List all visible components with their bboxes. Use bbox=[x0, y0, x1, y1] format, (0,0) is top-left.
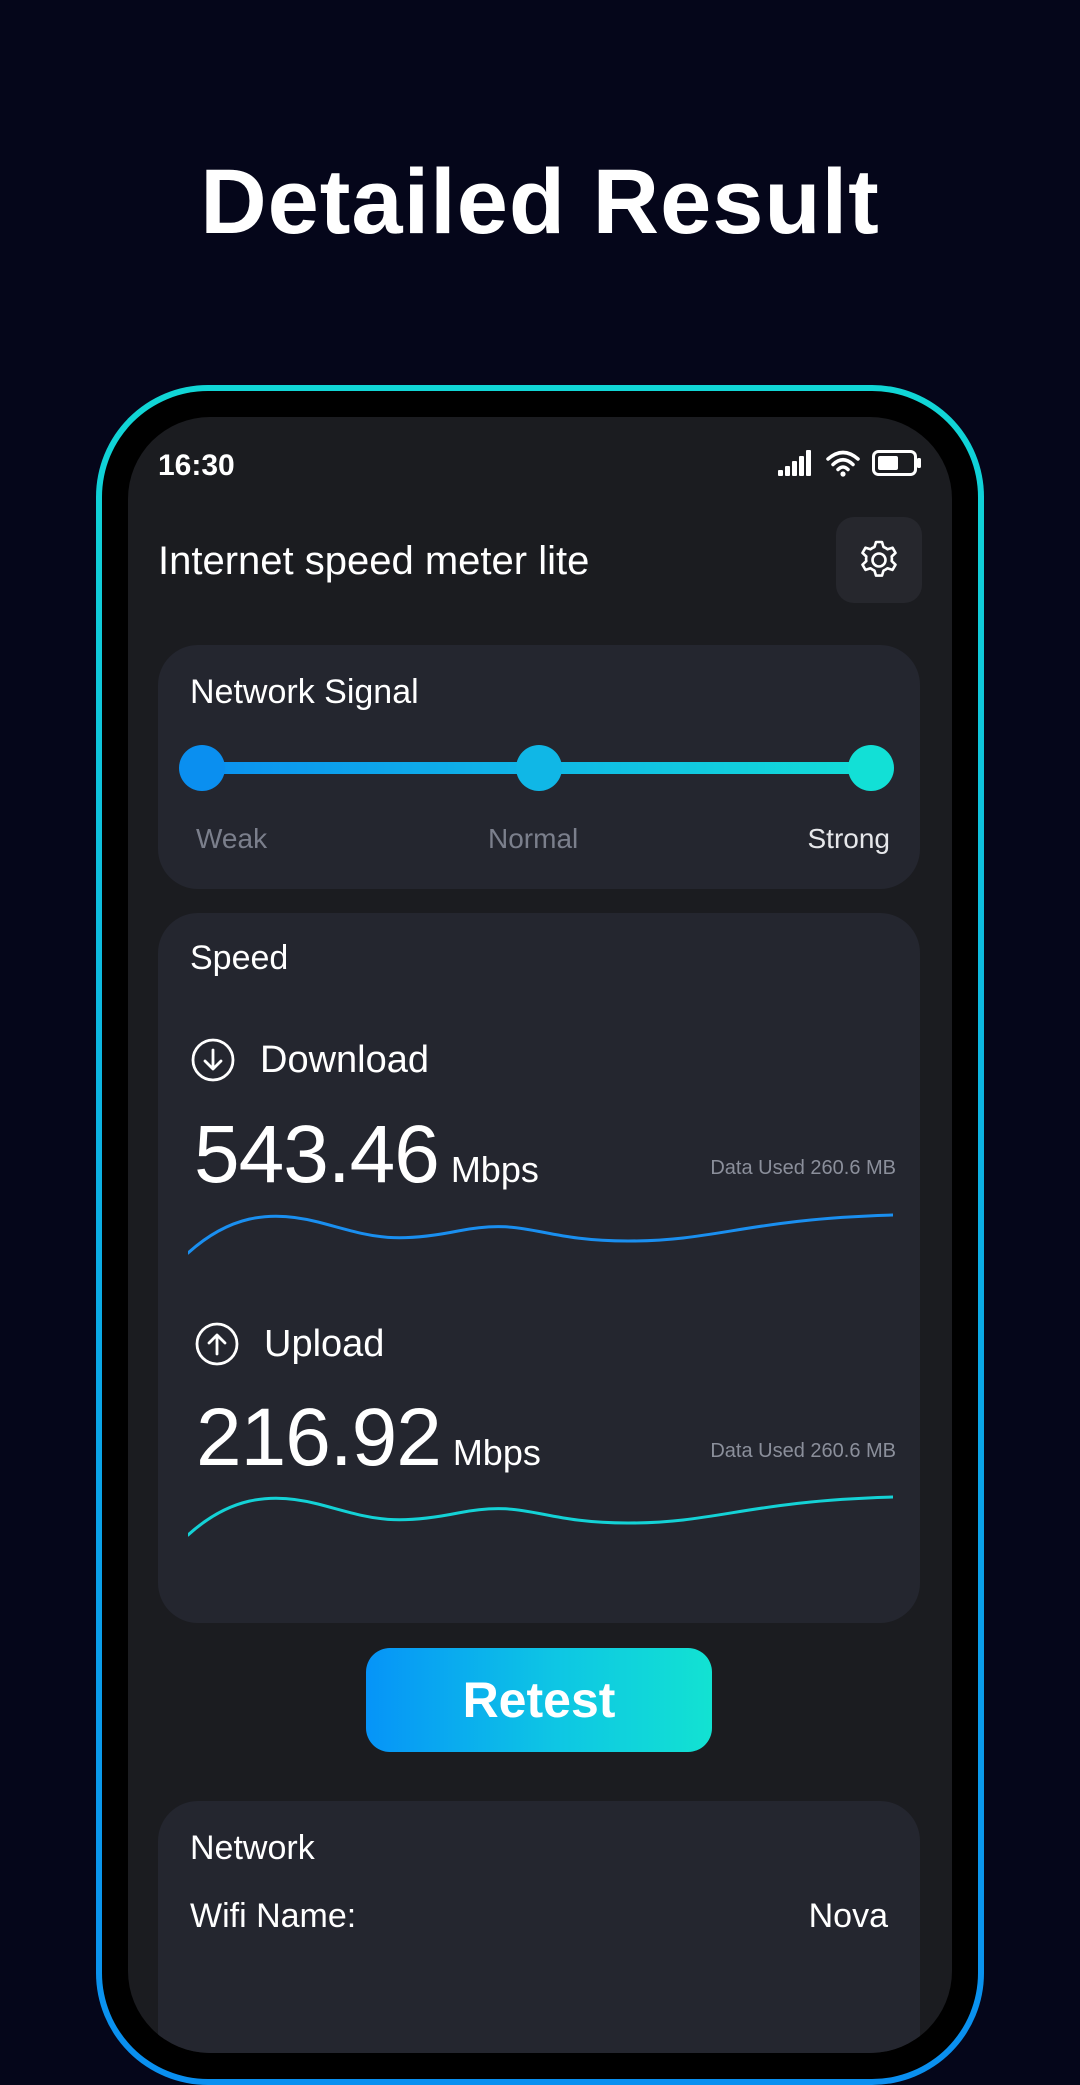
network-title: Network bbox=[190, 1829, 315, 1867]
network-signal-title: Network Signal bbox=[190, 673, 419, 711]
headline: Detailed Result bbox=[200, 151, 880, 253]
download-label: Download bbox=[260, 1038, 429, 1081]
status-icons bbox=[778, 449, 922, 477]
phone-bezel: 16:30 Internet speed meter lite Network … bbox=[102, 391, 978, 2079]
signal-marker-normal bbox=[516, 745, 562, 791]
upload-data-used: Data Used 260.6 MB bbox=[710, 1440, 896, 1462]
battery-icon bbox=[872, 450, 921, 476]
signal-label-weak: Weak bbox=[196, 823, 268, 854]
network-card: Network Wifi Name: Nova bbox=[158, 1801, 920, 2053]
phone-frame: 16:30 Internet speed meter lite Network … bbox=[96, 385, 984, 2085]
upload-circle-icon bbox=[195, 1322, 239, 1366]
retest-button[interactable]: Retest bbox=[366, 1648, 712, 1752]
upload-wave-graph bbox=[188, 1495, 893, 1537]
settings-button[interactable] bbox=[836, 517, 922, 603]
download-header: Download bbox=[190, 1037, 429, 1083]
download-speed: 543.46 Mbps bbox=[194, 1108, 539, 1202]
download-wave-graph bbox=[188, 1213, 893, 1255]
speed-title: Speed bbox=[190, 939, 289, 977]
signal-marker-weak bbox=[179, 745, 225, 791]
network-signal-card: Network Signal Weak Normal Strong bbox=[158, 645, 920, 889]
wifi-name-label: Wifi Name: bbox=[190, 1897, 357, 1935]
download-unit: Mbps bbox=[450, 1149, 539, 1190]
status-time: 16:30 bbox=[158, 449, 235, 482]
signal-label-strong: Strong bbox=[807, 823, 891, 854]
upload-header: Upload bbox=[194, 1321, 384, 1367]
download-value: 543.46 bbox=[194, 1109, 440, 1200]
wifi-name-row: Wifi Name: Nova bbox=[190, 1897, 888, 1936]
download-circle-icon bbox=[191, 1038, 235, 1082]
gear-icon bbox=[861, 540, 897, 577]
wifi-name-value: Nova bbox=[808, 1897, 888, 1935]
speed-card: Speed Download 543.46 Mbps Data Used 260.… bbox=[158, 913, 920, 1623]
wifi-icon bbox=[826, 450, 860, 477]
signal-label-normal: Normal bbox=[488, 823, 579, 854]
download-data-used: Data Used 260.6 MB bbox=[710, 1157, 896, 1179]
app-screen: 16:30 Internet speed meter lite Network … bbox=[128, 417, 952, 2053]
upload-speed: 216.92 Mbps bbox=[196, 1391, 541, 1485]
cellular-signal-icon bbox=[778, 450, 811, 476]
upload-value: 216.92 bbox=[196, 1392, 442, 1483]
upload-label: Upload bbox=[264, 1322, 385, 1365]
app-title: Internet speed meter lite bbox=[158, 539, 590, 583]
signal-marker-strong bbox=[848, 745, 894, 791]
upload-unit: Mbps bbox=[452, 1432, 541, 1473]
